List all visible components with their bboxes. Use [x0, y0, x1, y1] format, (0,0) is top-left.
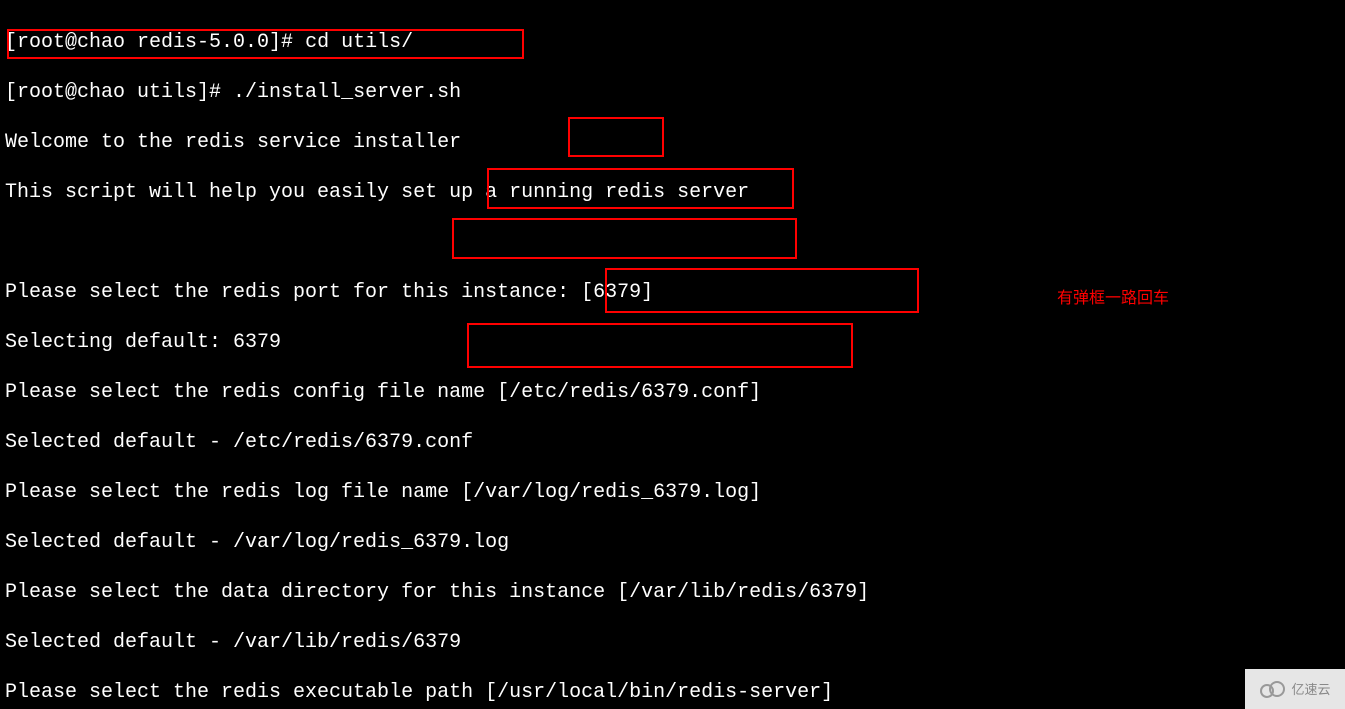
terminal-line: Selected default - /etc/redis/6379.conf — [5, 430, 1345, 455]
default-value: [/etc/redis/6379.conf] — [497, 381, 773, 404]
terminal-line: Welcome to the redis service installer — [5, 130, 1345, 155]
prompt-text: Please select the data directory for thi… — [5, 581, 617, 604]
command-text: cd utils/ — [305, 31, 413, 54]
terminal-line: [root@chao utils]# ./install_server.sh — [5, 80, 1345, 105]
terminal-line: Please select the redis config file name… — [5, 380, 1345, 405]
default-value: [/var/log/redis_6379.log] — [461, 481, 773, 504]
terminal-line: Please select the redis executable path … — [5, 680, 1345, 705]
terminal-line: Please select the data directory for thi… — [5, 580, 1345, 605]
terminal-line: Selecting default: 6379 — [5, 330, 1345, 355]
cloud-icon — [1259, 679, 1287, 699]
watermark-text: 亿速云 — [1291, 677, 1330, 702]
shell-prompt: [root@chao utils]# — [5, 81, 233, 104]
terminal-line: Selected default - /var/lib/redis/6379 — [5, 630, 1345, 655]
default-value: [/usr/local/bin/redis-server] — [485, 681, 845, 704]
prompt-text: Please select the redis log file name — [5, 481, 461, 504]
default-value: [6379] — [581, 281, 665, 304]
annotation-text: 有弹框一路回车 — [1057, 286, 1169, 311]
terminal-line: This script will help you easily set up … — [5, 180, 1345, 205]
prompt-text: Please select the redis port for this in… — [5, 281, 581, 304]
terminal-line — [5, 230, 1345, 255]
prompt-text: Please select the redis executable path — [5, 681, 485, 704]
shell-prompt: [root@chao redis-5.0.0]# — [5, 31, 305, 54]
terminal-output[interactable]: [root@chao redis-5.0.0]# cd utils/ [root… — [0, 0, 1345, 709]
prompt-text: Please select the redis config file name — [5, 381, 497, 404]
terminal-line: [root@chao redis-5.0.0]# cd utils/ — [5, 30, 1345, 55]
default-value: [/var/lib/redis/6379] — [617, 581, 881, 604]
command-text: ./install_server.sh — [233, 81, 461, 104]
watermark: 亿速云 — [1245, 669, 1345, 709]
terminal-line: Please select the redis log file name [/… — [5, 480, 1345, 505]
terminal-line: Selected default - /var/log/redis_6379.l… — [5, 530, 1345, 555]
